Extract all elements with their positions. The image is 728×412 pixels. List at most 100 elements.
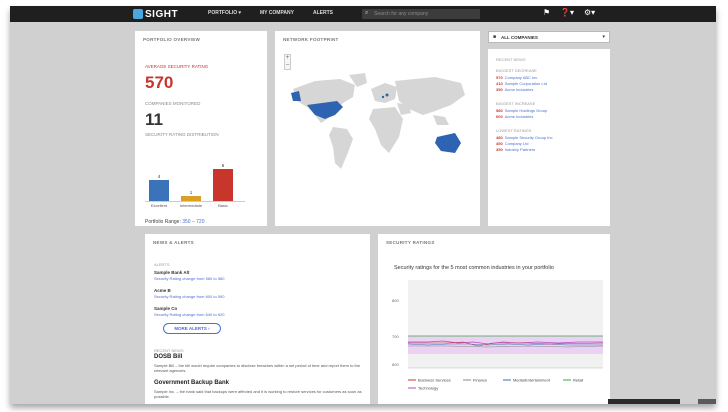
company-name: Sample Security Group Inc bbox=[504, 135, 553, 140]
company-link[interactable]: 580 Sample Holdings Group bbox=[496, 108, 547, 113]
alert-text[interactable]: Security Rating change from 600 to 590 bbox=[154, 294, 225, 299]
company-link[interactable]: 570 Company ABC Inc bbox=[496, 75, 537, 80]
distribution-bar[interactable] bbox=[213, 169, 233, 201]
range-value: 350 – 720 bbox=[182, 219, 205, 225]
alerts-label: ALERTS bbox=[154, 262, 170, 267]
building-icon: ■ bbox=[493, 34, 497, 40]
company-name: Acme Industries bbox=[504, 87, 534, 92]
portfolio-range: Portfolio Range: 350 – 720 bbox=[145, 219, 205, 225]
news-body: Sample Inc. – the bank said that backups… bbox=[154, 389, 362, 399]
group-title: BIGGEST INCREASE bbox=[496, 101, 536, 106]
top-navigation-bar: SIGHT PORTFOLIO ▾ MY COMPANY ALERTS ⌕ Se… bbox=[10, 6, 716, 22]
company-news-panel: ■ ALL COMPANIES ▾ RECENT NEWS BIGGEST DE… bbox=[488, 31, 610, 226]
group-title: LOWEST RATINGS bbox=[496, 128, 532, 133]
company-select-dropdown[interactable]: ■ ALL COMPANIES ▾ bbox=[488, 31, 610, 43]
alert-text[interactable]: Security Rating change from 640 to 620 bbox=[154, 312, 225, 317]
group-title: BIGGEST DECREASE bbox=[496, 68, 537, 73]
bar-value-label: 1 bbox=[189, 190, 193, 195]
security-ratings-panel: SECURITY RATINGS Security ratings for th… bbox=[378, 234, 610, 404]
company-name: Sample Holdings Group bbox=[504, 108, 548, 113]
zoom-out-button[interactable]: – bbox=[285, 62, 290, 69]
companies-value: 11 bbox=[145, 110, 163, 129]
range-label: Portfolio Range: bbox=[145, 219, 181, 225]
alert-company[interactable]: Sample Co bbox=[154, 306, 177, 311]
search-icon: ⌕ bbox=[365, 10, 369, 16]
bottom-bar-segment bbox=[608, 399, 680, 404]
europe-footprint-dot[interactable] bbox=[381, 95, 385, 99]
brand-logo[interactable]: SIGHT bbox=[133, 8, 178, 20]
legend-label: Technology bbox=[418, 386, 438, 391]
australia-highlight[interactable] bbox=[435, 133, 461, 153]
help-icon[interactable]: ❓▾ bbox=[560, 8, 574, 17]
bar-axis bbox=[145, 201, 245, 202]
company-rating: 600 bbox=[496, 114, 503, 119]
more-alerts-button[interactable]: MORE ALERTS › bbox=[163, 323, 221, 334]
nav-alerts[interactable]: ALERTS bbox=[313, 10, 333, 16]
company-name: Industry Partners bbox=[504, 147, 536, 152]
company-rating: 480 bbox=[496, 135, 503, 140]
bar-category-label: Excellent bbox=[150, 203, 168, 208]
chevron-down-icon: ▾ bbox=[602, 34, 605, 40]
company-link[interactable]: 350 Industry Partners bbox=[496, 147, 535, 152]
world-map[interactable] bbox=[285, 71, 475, 181]
flag-icon[interactable]: ⚑ bbox=[543, 8, 550, 17]
company-link[interactable]: 480 Sample Security Group Inc bbox=[496, 135, 553, 140]
nav-my-company[interactable]: MY COMPANY bbox=[260, 10, 294, 16]
southeast-asia-region bbox=[433, 115, 449, 125]
company-name: Company ABC Inc bbox=[504, 75, 538, 80]
alert-text[interactable]: Security Rating change from 560 to 580 bbox=[154, 276, 225, 281]
panel-title: RECENT NEWS bbox=[496, 57, 526, 62]
news-headline[interactable]: DOSB Bill bbox=[154, 354, 182, 360]
south-america-region bbox=[329, 127, 353, 169]
news-alerts-panel: NEWS & ALERTS ALERTS Sample Bank Alt Sec… bbox=[145, 234, 370, 404]
company-rating: 450 bbox=[496, 141, 503, 146]
bottom-bar-segment bbox=[698, 399, 716, 404]
map-zoom-control: + – bbox=[284, 54, 291, 70]
company-rating: 580 bbox=[496, 108, 503, 113]
average-rating-label: AVERAGE SECURITY RATING bbox=[145, 64, 209, 69]
company-rating: 410 bbox=[496, 81, 503, 86]
alert-company[interactable]: Acme B bbox=[154, 288, 171, 293]
company-link[interactable]: 450 Company Ltd bbox=[496, 141, 528, 146]
distribution-bar-chart: 4 Excellent 1 Intermediate 6 Basic bbox=[145, 156, 245, 208]
settings-icon[interactable]: ⚙▾ bbox=[584, 8, 595, 17]
europe-footprint-dot[interactable] bbox=[385, 93, 389, 97]
company-link[interactable]: 350 Acme Industries bbox=[496, 87, 533, 92]
news-body: Sample Bill – the bill would require com… bbox=[154, 363, 361, 373]
alert-company[interactable]: Sample Bank Alt bbox=[154, 270, 189, 275]
panel-title: SECURITY RATINGS bbox=[386, 240, 435, 245]
company-link[interactable]: 410 Sample Corporation Ltd bbox=[496, 81, 547, 86]
search-placeholder: Search for any company bbox=[374, 11, 429, 17]
search-input[interactable]: ⌕ Search for any company bbox=[362, 9, 480, 19]
ratings-line-chart: 800 700 600 Business Services Finance Medi… bbox=[392, 280, 604, 391]
panel-title: PORTFOLIO OVERVIEW bbox=[143, 37, 201, 42]
company-link[interactable]: 600 Acme Industries bbox=[496, 114, 533, 119]
legend-label: Business Services bbox=[418, 378, 451, 383]
recent-news-label: RECENT NEWS bbox=[154, 348, 184, 353]
average-rating-value: 570 bbox=[145, 73, 174, 92]
more-alerts-label: MORE ALERTS bbox=[174, 326, 207, 331]
legend-label: Media/Entertainment bbox=[513, 378, 551, 383]
y-tick-label: 700 bbox=[392, 334, 399, 339]
y-tick-label: 800 bbox=[392, 298, 399, 303]
panel-title: NETWORK FOOTPRINT bbox=[283, 37, 339, 42]
chart-legend: Business Services Finance Media/Entertainm… bbox=[408, 378, 583, 391]
company-select-value: ALL COMPANIES bbox=[501, 35, 538, 40]
company-name: Company Ltd bbox=[504, 141, 529, 146]
app-window: SIGHT PORTFOLIO ▾ MY COMPANY ALERTS ⌕ Se… bbox=[10, 6, 716, 404]
panel-title: NEWS & ALERTS bbox=[153, 240, 194, 245]
zoom-in-button[interactable]: + bbox=[285, 55, 290, 62]
nav-portfolio[interactable]: PORTFOLIO ▾ bbox=[208, 10, 241, 16]
europe-region bbox=[371, 83, 397, 103]
legend-label: Finance bbox=[473, 378, 488, 383]
news-headline[interactable]: Government Backup Bank bbox=[154, 380, 229, 386]
distribution-bar[interactable] bbox=[149, 180, 169, 201]
company-name: Sample Corporation Ltd bbox=[504, 81, 547, 86]
company-rating: 350 bbox=[496, 147, 503, 152]
bar-category-label: Basic bbox=[218, 203, 228, 208]
ratings-description: Security ratings for the 5 most common i… bbox=[394, 265, 554, 271]
company-rating: 350 bbox=[496, 87, 503, 92]
legend-label: Retail bbox=[573, 378, 583, 383]
bar-category-label: Intermediate bbox=[179, 203, 203, 208]
bar-value-label: 6 bbox=[221, 163, 225, 168]
